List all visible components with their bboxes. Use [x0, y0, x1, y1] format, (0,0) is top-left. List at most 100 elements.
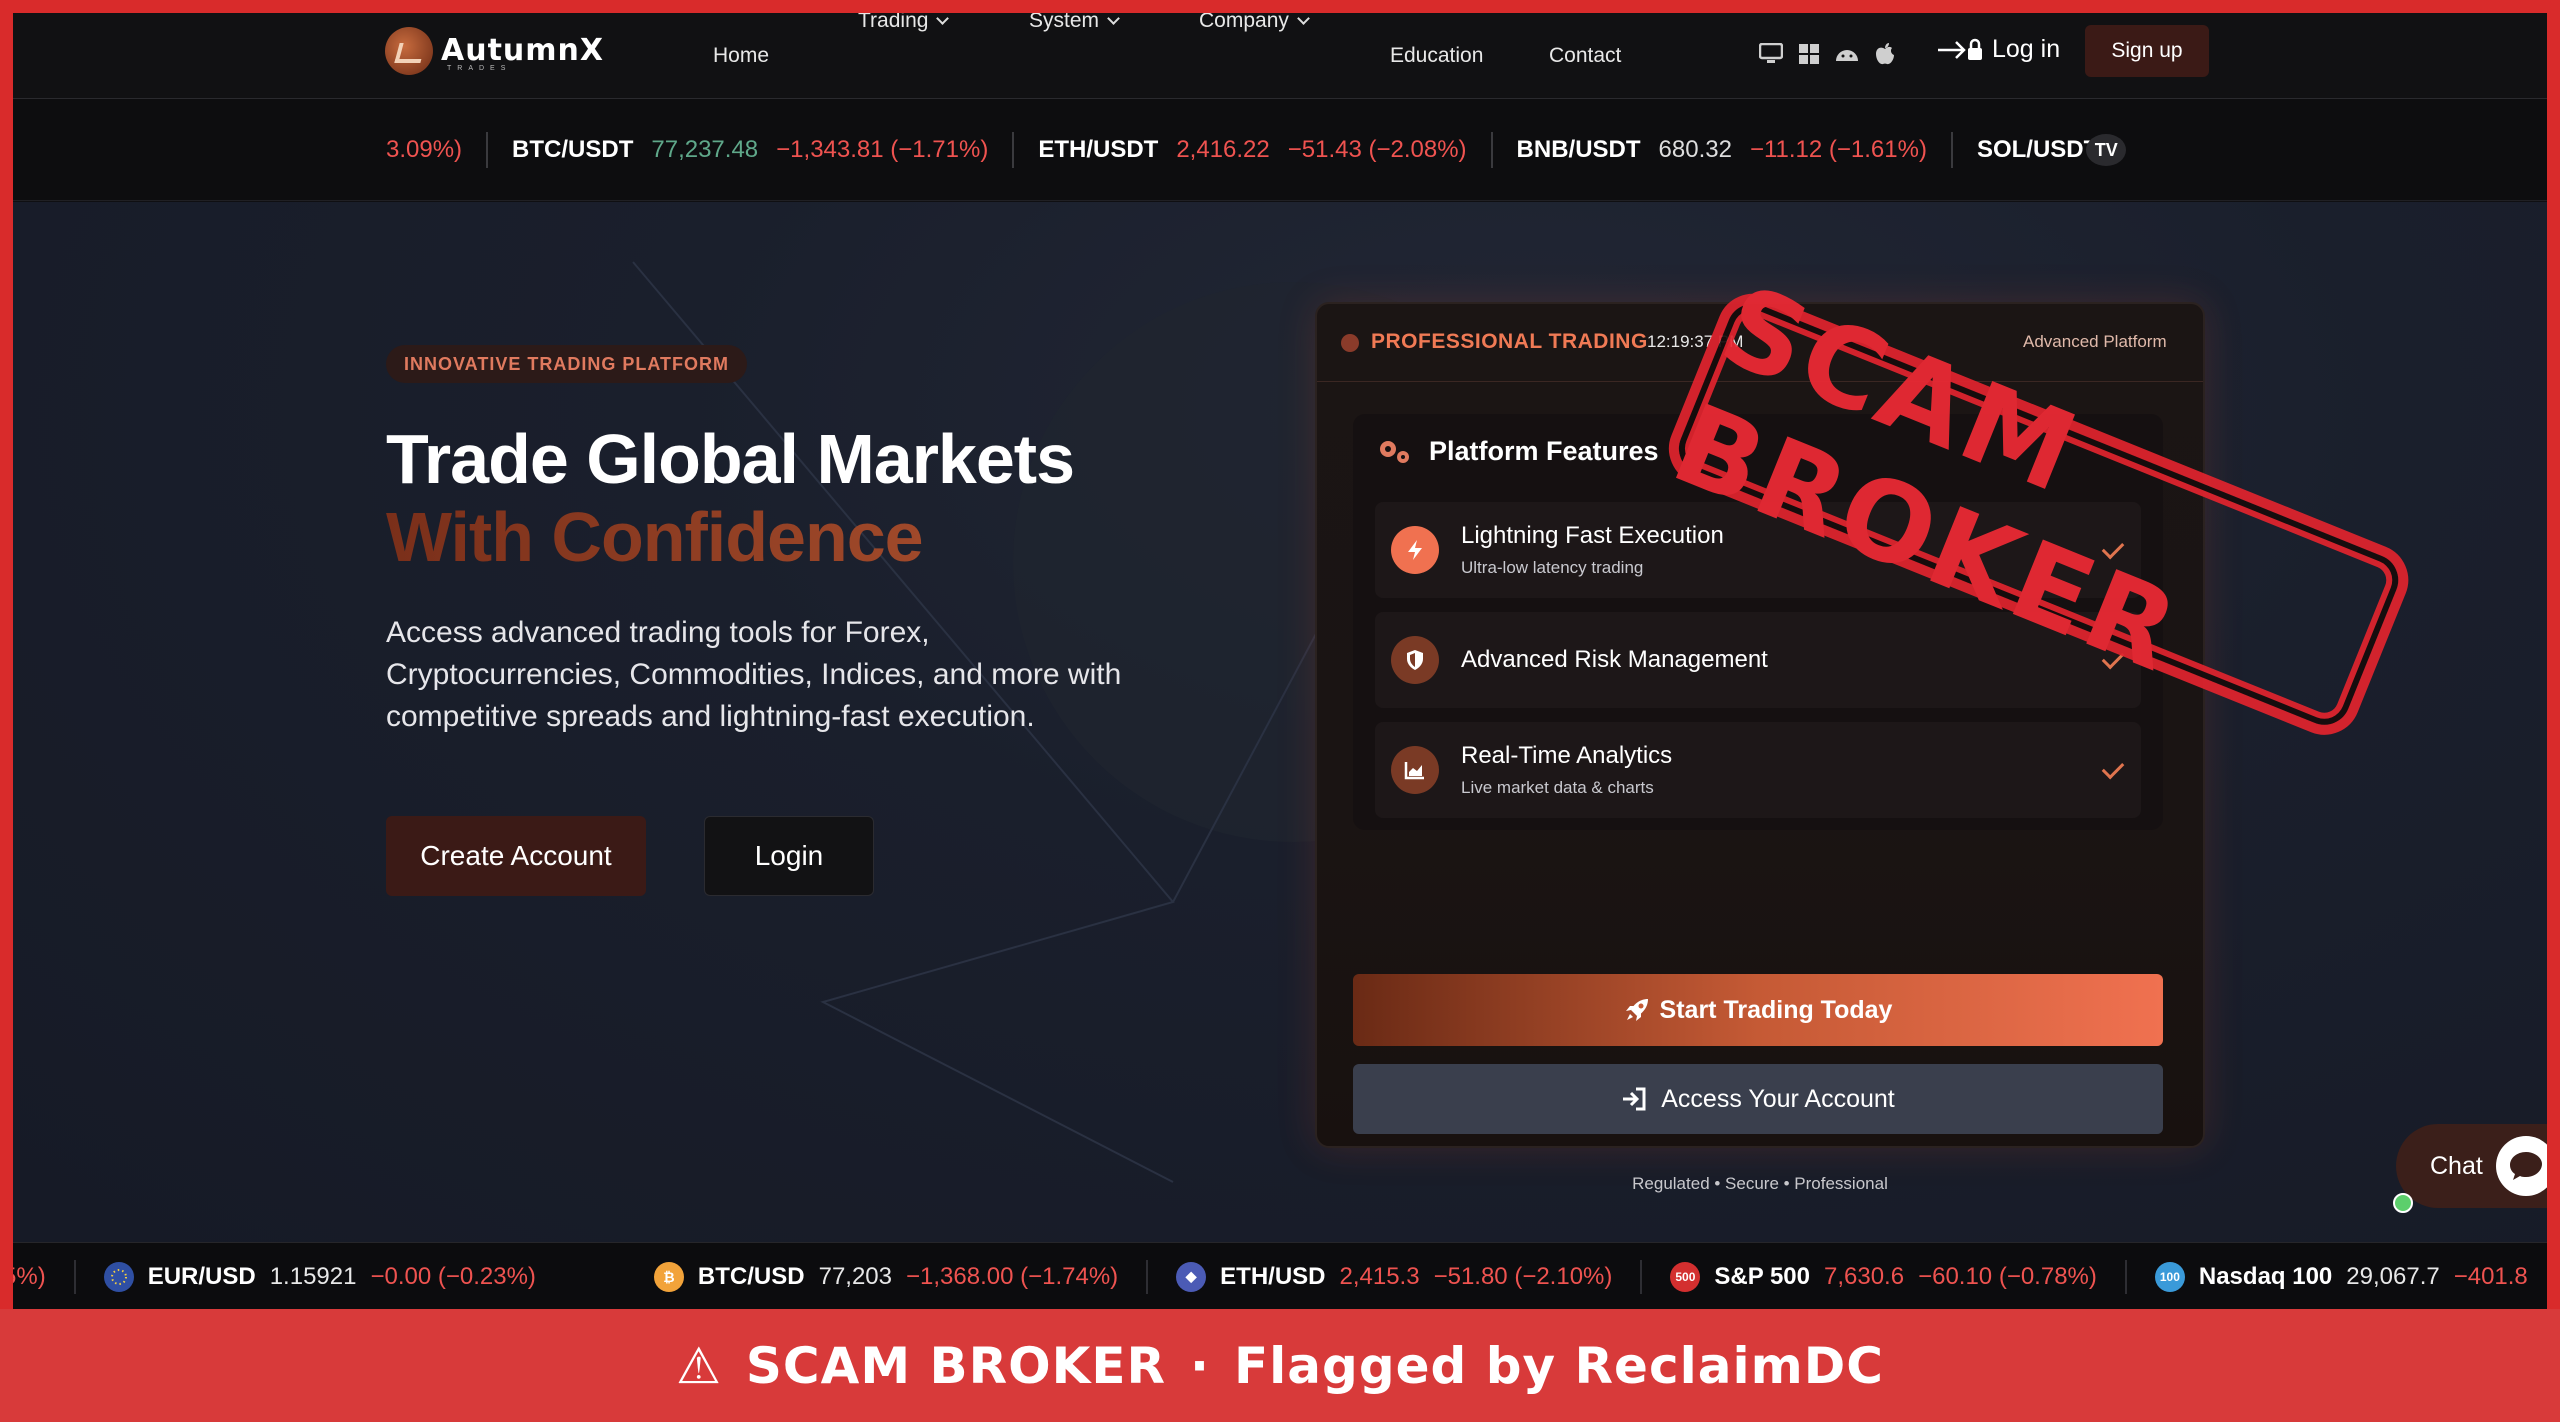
nav-item-label: Contact [1549, 44, 1622, 67]
ticker-price: 77,203 [818, 1262, 892, 1290]
ticker-item[interactable]: ETH/USDT 2,416.22 −51.43 (−2.08%) [1012, 132, 1490, 168]
nasdaq-icon: 100 [2154, 1261, 2185, 1292]
ticker-change: 3.09%) [386, 136, 463, 163]
banner-title: SCAM BROKER [745, 1336, 1167, 1395]
feature-subtitle: Live market data & charts [1461, 778, 1654, 797]
ticker-change: −11.12 (−1.61%) [1749, 136, 1927, 163]
ticker-symbol: Nasdaq 100 [2198, 1262, 2333, 1290]
status-dot [1341, 334, 1359, 352]
platform-icons [1758, 41, 1898, 67]
ticker-price: 77,237.48 [651, 136, 759, 163]
ticker-symbol: ETH/USD [1220, 1262, 1326, 1290]
feature-subtitle: Ultra-low latency trading [1461, 558, 1644, 577]
ticker-bottom-row: 5%) EUR/USD 1.15921 −0.00 (−0.23%) ₿ BTC… [13, 1243, 2547, 1309]
shield-icon [1391, 636, 1439, 684]
login-link[interactable]: Log in [1936, 35, 2060, 64]
bitcoin-icon: ₿ [653, 1261, 684, 1292]
ticker-symbol: EUR/USD [147, 1262, 256, 1290]
sign-in-icon [1623, 1087, 1646, 1111]
hero-description: Access advanced trading tools for Forex,… [386, 616, 1122, 733]
login-arrow-icon [1938, 38, 1982, 60]
chart-icon [1391, 746, 1439, 794]
ticker-price: 29,067.7 [2346, 1262, 2440, 1290]
card-right-label: Advanced Platform [2023, 332, 2167, 351]
banner-separator: · [1190, 1336, 1211, 1395]
ticker-bottom: 5%) EUR/USD 1.15921 −0.00 (−0.23%) ₿ BTC… [13, 1242, 2547, 1309]
features-heading: Platform Features [1377, 436, 1659, 467]
ticker-change: −51.43 (−2.08%) [1287, 136, 1467, 163]
chevron-down-icon [1297, 13, 1310, 25]
ticker-symbol: S&P 500 [1714, 1262, 1810, 1290]
ticker-change: −51.80 (−2.10%) [1433, 1262, 1613, 1290]
ticker-change: −1,343.81 (−1.71%) [776, 136, 989, 163]
nav-item-label: Home [713, 44, 770, 67]
nav-item-education[interactable]: Education [1390, 44, 1483, 68]
chat-label: Chat [2430, 1151, 2483, 1180]
ticker-item[interactable]: 3.09%) [386, 132, 486, 168]
ticker-symbol: BTC/USDT [512, 136, 634, 163]
ticker-price: 7,630.6 [1824, 1262, 1905, 1290]
ticker-symbol: BTC/USD [697, 1262, 805, 1290]
chevron-down-icon [1107, 13, 1120, 25]
ticker-item[interactable]: 500 S&P 500 7,630.6 −60.10 (−0.78%) [1640, 1259, 2125, 1294]
card-label: PROFESSIONAL TRADING [1371, 330, 1648, 353]
ticker-change: −0.00 (−0.23%) [370, 1262, 536, 1290]
ticker-item[interactable]: 100 Nasdaq 100 29,067.7 −401.8 [2124, 1259, 2547, 1294]
ticker-item[interactable]: BNB/USDT 680.32 −11.12 (−1.61%) [1490, 132, 1951, 168]
access-account-label: Access Your Account [1661, 1084, 1895, 1113]
access-account-button[interactable]: Access Your Account [1353, 1064, 2163, 1134]
feature-item: Real-Time Analytics Live market data & c… [1375, 722, 2141, 818]
start-trading-button[interactable]: Start Trading Today [1353, 974, 2163, 1046]
ticker-change: 5%) [13, 1262, 46, 1290]
ticker-item[interactable]: EUR/USD 1.15921 −0.00 (−0.23%) [73, 1259, 626, 1294]
hero-badge: INNOVATIVE TRADING PLATFORM [386, 345, 747, 383]
android-icon[interactable] [1834, 41, 1860, 67]
nav-item-home[interactable]: Home [713, 44, 793, 68]
ticker-item[interactable]: SOL/USDT TV [1950, 132, 2150, 168]
brand-subtitle: TRADES [447, 65, 512, 72]
create-account-button[interactable]: Create Account [386, 816, 646, 896]
chat-widget[interactable]: Chat [2396, 1124, 2547, 1208]
signup-button[interactable]: Sign up [2085, 25, 2209, 77]
ticker-change: −401.8 [2453, 1262, 2528, 1290]
ticker-item[interactable]: ◆ ETH/USD 2,415.3 −51.80 (−2.10%) [1146, 1259, 1640, 1294]
apple-icon[interactable] [1872, 41, 1898, 67]
hero-section: INNOVATIVE TRADING PLATFORM Trade Global… [13, 202, 2547, 1242]
nav-item-contact[interactable]: Contact [1549, 44, 1621, 68]
hero-title: Trade Global Markets [386, 420, 1075, 498]
desktop-icon[interactable] [1758, 41, 1784, 67]
hero-login-button[interactable]: Login [704, 816, 874, 896]
ticker-item[interactable]: ₿ BTC/USD 77,203 −1,368.00 (−1.74%) [626, 1260, 1146, 1294]
ticker-symbol: SOL/USDT [1976, 136, 2099, 163]
sp500-icon: 500 [1670, 1261, 1701, 1292]
browser-viewport: AutumnX TRADES Home Trading System Compa… [13, 13, 2547, 1309]
nav-item-label: System [1029, 13, 1100, 32]
nav-item-label: Trading [858, 13, 929, 32]
top-navigation: AutumnX TRADES Home Trading System Compa… [13, 13, 2547, 99]
ticker-top-row: 3.09%) BTC/USDT 77,237.48 −1,343.81 (−1.… [386, 99, 2150, 200]
nav-item-system[interactable]: System [1029, 13, 1120, 33]
eu-flag-icon [103, 1261, 134, 1292]
check-icon [2101, 756, 2125, 780]
card-tagline: Regulated • Secure • Professional [1632, 1174, 1888, 1193]
chevron-down-icon [936, 13, 950, 25]
scam-warning-banner: ⚠ SCAM BROKER · Flagged by ReclaimDC [0, 1309, 2560, 1422]
feature-name: Advanced Risk Management [1461, 646, 1768, 673]
brand-logo[interactable]: AutumnX TRADES [385, 25, 604, 77]
nav-item-company[interactable]: Company [1199, 13, 1310, 33]
rocket-icon [1625, 999, 1648, 1021]
nav-item-trading[interactable]: Trading [858, 13, 950, 33]
warning-icon: ⚠ [676, 1336, 722, 1395]
ticker-top: 3.09%) BTC/USDT 77,237.48 −1,343.81 (−1.… [13, 99, 2547, 201]
ticker-item[interactable]: 5%) [13, 1260, 74, 1294]
tradingview-icon: TV [2086, 134, 2127, 166]
feature-name: Lightning Fast Execution [1461, 522, 1724, 549]
windows-icon[interactable] [1796, 41, 1822, 67]
ticker-item[interactable]: BTC/USDT 77,237.48 −1,343.81 (−1.71%) [486, 132, 1012, 168]
ticker-symbol: ETH/USDT [1038, 136, 1159, 163]
chat-bubble-icon [2496, 1136, 2547, 1196]
start-trading-label: Start Trading Today [1659, 995, 1893, 1024]
features-title: Platform Features [1429, 436, 1659, 466]
ticker-price: 2,415.3 [1339, 1262, 1420, 1290]
ticker-symbol: BNB/USDT [1516, 136, 1641, 163]
